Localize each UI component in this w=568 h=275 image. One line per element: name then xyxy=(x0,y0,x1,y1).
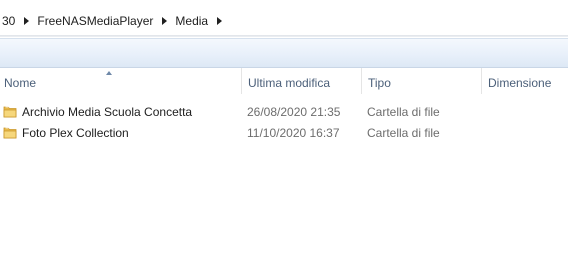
command-toolbar xyxy=(0,38,568,68)
file-type: Cartella di file xyxy=(367,126,440,140)
file-type: Cartella di file xyxy=(367,105,440,119)
breadcrumb-chevron-icon[interactable] xyxy=(217,17,223,25)
breadcrumb-chevron-icon[interactable] xyxy=(162,17,168,25)
address-bar[interactable]: 30 FreeNASMediaPlayer Media xyxy=(0,0,568,38)
column-header-type-label: Tipo xyxy=(368,76,391,90)
file-modified: 11/10/2020 16:37 xyxy=(247,126,340,140)
file-name: Archivio Media Scuola Concetta xyxy=(22,105,193,119)
file-name: Foto Plex Collection xyxy=(22,126,129,140)
sort-ascending-icon xyxy=(106,71,112,75)
column-header-name-label: Nome xyxy=(4,76,37,90)
breadcrumb-item-freenasmediaplayer[interactable]: FreeNASMediaPlayer xyxy=(35,14,155,28)
breadcrumb-item-media[interactable]: Media xyxy=(173,14,210,28)
breadcrumb: 30 FreeNASMediaPlayer Media xyxy=(0,12,228,30)
address-bar-divider xyxy=(0,35,568,37)
column-header-name[interactable]: Nome xyxy=(0,68,241,94)
column-header-modified-label: Ultima modifica xyxy=(248,76,331,90)
breadcrumb-chevron-icon[interactable] xyxy=(24,17,30,25)
column-header-modified[interactable]: Ultima modifica xyxy=(241,68,361,94)
file-modified: 26/08/2020 21:35 xyxy=(247,105,341,119)
file-row[interactable]: Foto Plex Collection 11/10/2020 16:37 Ca… xyxy=(0,122,568,143)
column-header-row: Nome Ultima modifica Tipo Dimensione xyxy=(0,68,568,94)
folder-icon xyxy=(3,106,17,118)
column-header-type[interactable]: Tipo xyxy=(361,68,481,94)
file-row[interactable]: Archivio Media Scuola Concetta 26/08/202… xyxy=(0,101,568,122)
folder-icon xyxy=(3,127,17,139)
column-header-size[interactable]: Dimensione xyxy=(481,68,568,94)
breadcrumb-item-30[interactable]: 30 xyxy=(0,14,17,28)
column-header-size-label: Dimensione xyxy=(488,76,552,90)
